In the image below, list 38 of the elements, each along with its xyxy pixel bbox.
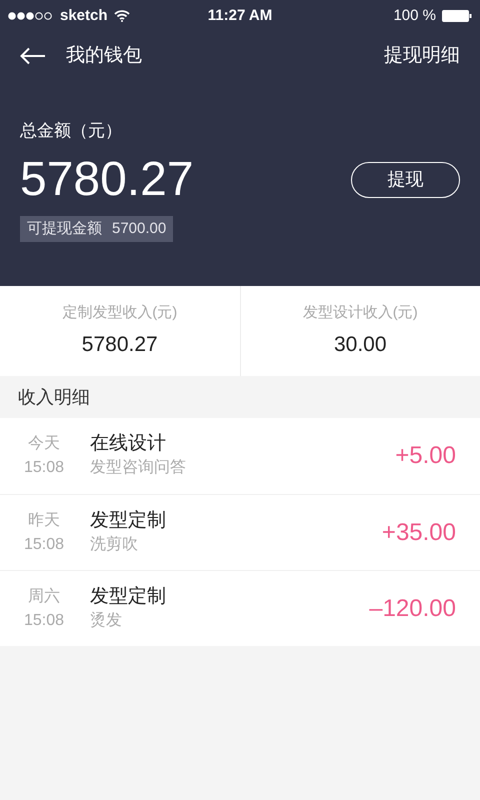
carrier-name: sketch [60, 6, 108, 26]
record-subtitle: 烫发 [90, 610, 123, 630]
record-subtitle: 洗剪吹 [90, 534, 139, 554]
record-title: 在线设计 [90, 432, 167, 456]
withdraw-history-link[interactable]: 提现明细 [384, 42, 460, 70]
income-row[interactable]: 昨天 15:08 发型定制 洗剪吹 +35.00 [0, 494, 480, 570]
stat-label: 发型设计收入(元) [302, 303, 418, 323]
stat-value: 30.00 [334, 332, 387, 358]
stat-value: 5780.27 [82, 332, 158, 358]
record-day: 昨天 [28, 508, 60, 532]
wifi-icon [114, 10, 130, 22]
record-day: 今天 [28, 432, 60, 456]
record-time: 15:08 [24, 610, 64, 630]
record-day: 周六 [28, 584, 60, 608]
income-row[interactable]: 周六 15:08 发型定制 烫发 –120.00 [0, 570, 480, 646]
page-title: 我的钱包 [66, 44, 142, 68]
record-time: 15:08 [24, 534, 64, 554]
withdraw-button[interactable]: 提现 [351, 162, 460, 198]
record-amount: –120.00 [369, 594, 456, 624]
record-time: 15:08 [24, 458, 64, 478]
back-arrow-icon [20, 47, 46, 65]
record-subtitle: 发型咨询问答 [90, 458, 186, 478]
income-row[interactable]: 今天 15:08 在线设计 发型咨询问答 +5.00 [0, 418, 480, 494]
withdrawable-label: 可提现金额 [27, 218, 102, 238]
record-amount: +5.00 [395, 441, 456, 471]
back-button[interactable] [20, 47, 46, 65]
stat-label: 定制发型收入(元) [62, 303, 178, 323]
section-title: 收入明细 [18, 386, 90, 408]
status-time: 11:27 AM [208, 6, 272, 26]
total-amount: 5780.27 [20, 152, 194, 208]
withdrawable-amount: 5700.00 [112, 218, 166, 238]
signal-icon [8, 12, 54, 20]
battery-percent: 100 % [393, 6, 436, 26]
battery-icon [442, 10, 472, 22]
record-title: 发型定制 [90, 584, 166, 608]
record-amount: +35.00 [382, 518, 456, 548]
total-label: 总金额（元） [20, 120, 123, 142]
record-title: 发型定制 [90, 508, 166, 532]
